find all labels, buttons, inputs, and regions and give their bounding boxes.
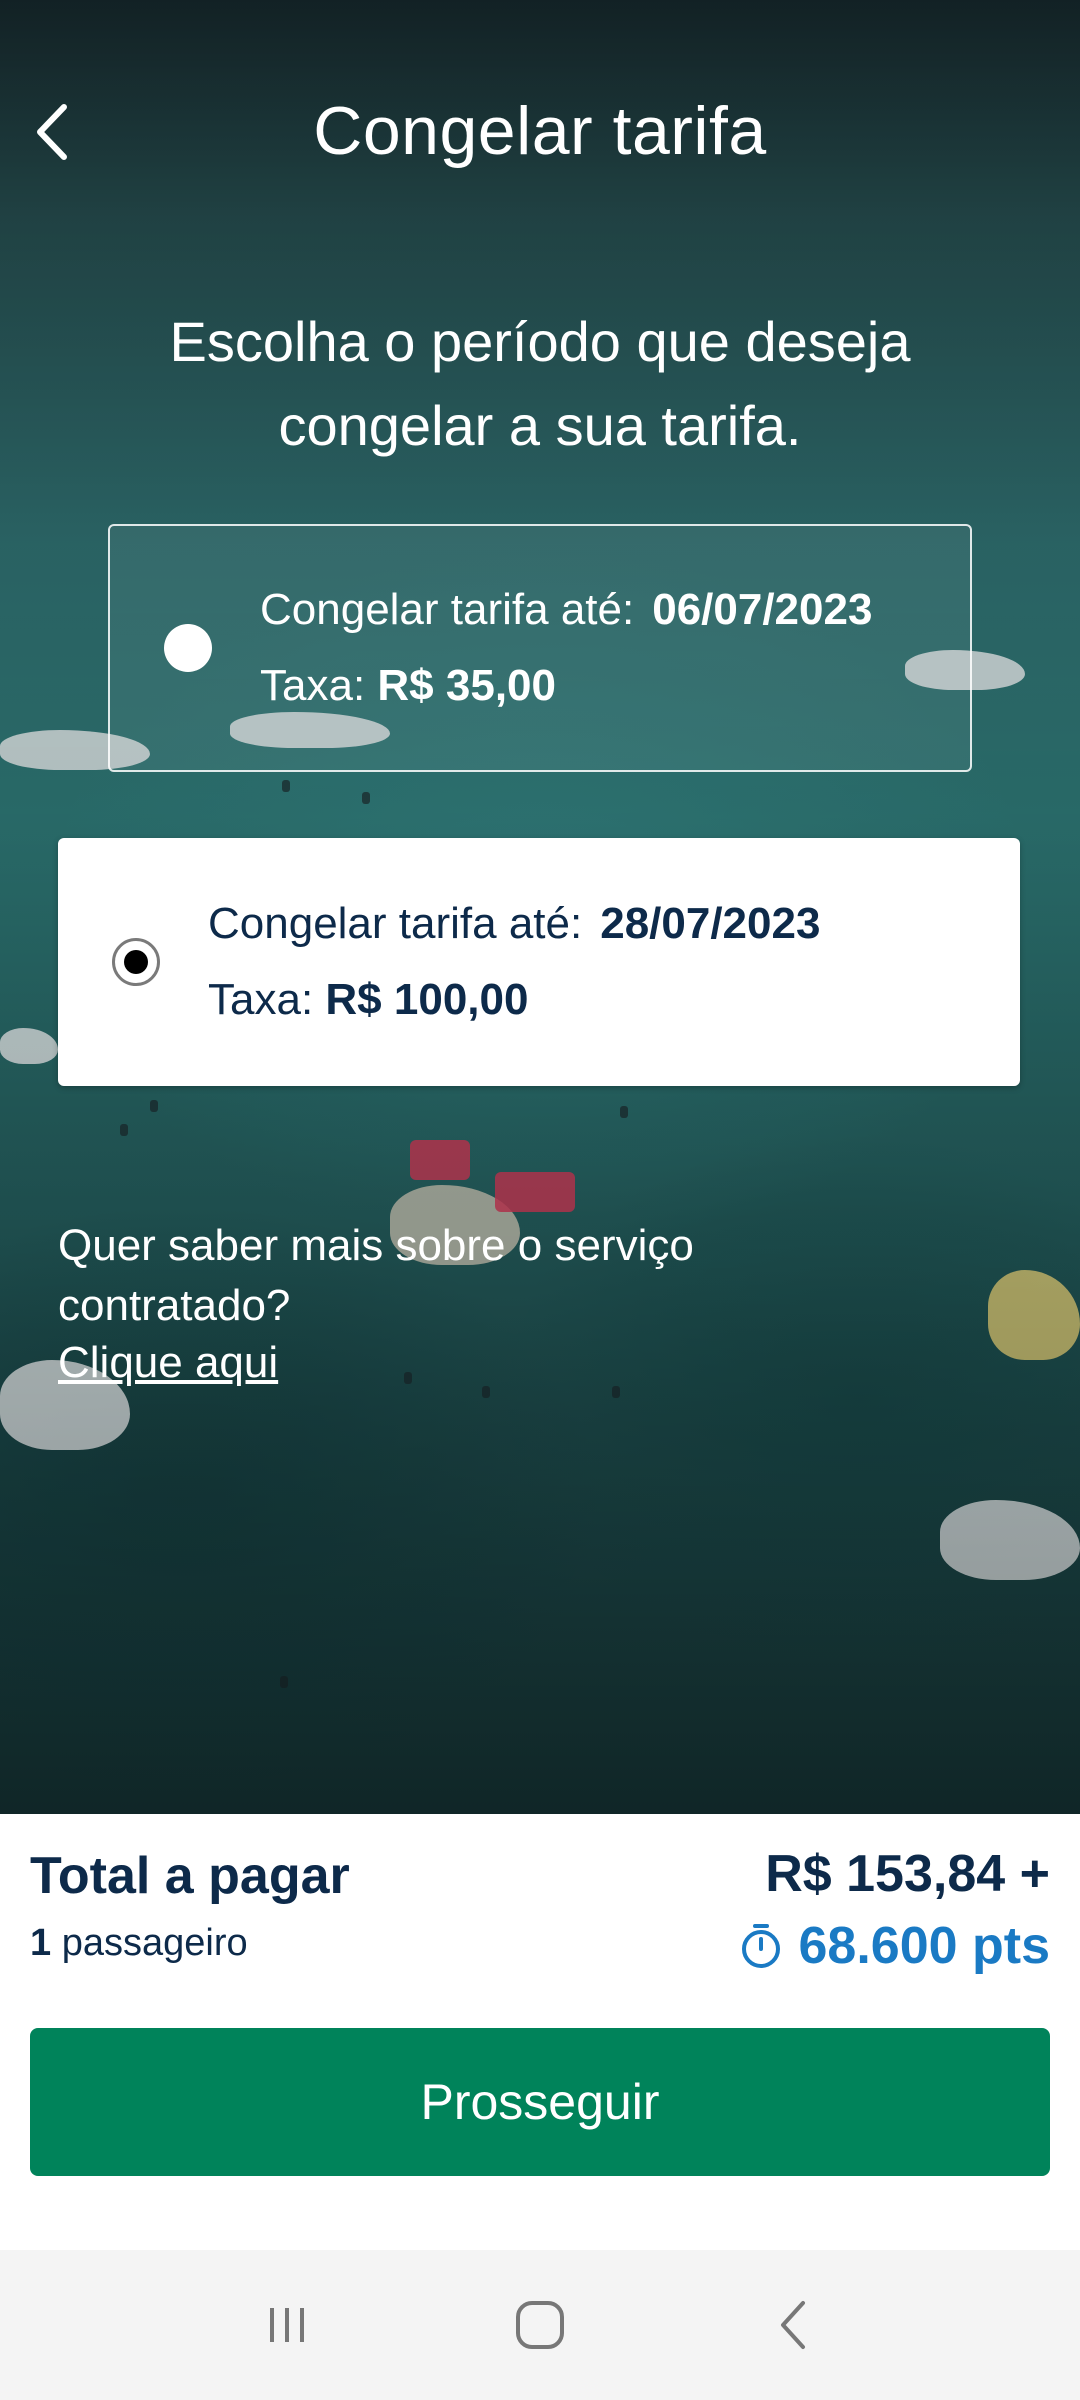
radio-button-unselected[interactable]: [164, 624, 212, 672]
option-date-label: Congelar tarifa até:: [260, 585, 635, 634]
option-details: Congelar tarifa até: 06/07/2023 Taxa: R$ …: [260, 585, 872, 711]
recent-apps-icon: [269, 2308, 304, 2342]
passenger-count: 1 passageiro: [30, 1922, 248, 1965]
option-fee-line: Taxa: R$ 35,00: [260, 661, 872, 711]
radio-button-selected[interactable]: [112, 938, 160, 986]
total-points: 68.600 pts: [737, 1916, 1051, 1976]
home-button[interactable]: [500, 2285, 580, 2365]
option-fee-line: Taxa: R$ 100,00: [208, 975, 820, 1025]
system-back-button[interactable]: [753, 2285, 833, 2365]
option-details: Congelar tarifa até: 28/07/2023 Taxa: R$ …: [208, 899, 820, 1025]
option-date-value: 28/07/2023: [600, 899, 821, 948]
passenger-label: passageiro: [61, 1922, 248, 1964]
passenger-number: 1: [30, 1922, 52, 1964]
instructions-line-2: congelar a sua tarifa.: [278, 394, 802, 457]
freeze-option-2[interactable]: Congelar tarifa até: 28/07/2023 Taxa: R$ …: [58, 838, 1020, 1086]
back-icon: [781, 2301, 806, 2349]
points-value: 68.600 pts: [798, 1917, 1051, 1975]
option-date-line: Congelar tarifa até: 06/07/2023: [260, 585, 872, 635]
option-fee-label: Taxa:: [260, 661, 366, 710]
total-price: R$ 153,84 +: [765, 1845, 1050, 1903]
option-date-label: Congelar tarifa até:: [208, 899, 583, 948]
option-fee-value: R$ 100,00: [325, 975, 529, 1024]
page-title: Congelar tarifa: [313, 93, 767, 169]
timer-icon: [741, 1924, 780, 1968]
freeze-option-1[interactable]: Congelar tarifa até: 06/07/2023 Taxa: R$ …: [108, 524, 972, 772]
option-date-line: Congelar tarifa até: 28/07/2023: [208, 899, 820, 949]
system-navbar: [0, 2250, 1080, 2400]
continue-button[interactable]: Prosseguir: [30, 2028, 1050, 2176]
option-date-value: 06/07/2023: [652, 585, 873, 634]
payment-summary: Total a pagar 1 passageiro R$ 153,84 + 6…: [0, 1814, 1080, 2250]
option-fee-value: R$ 35,00: [377, 661, 556, 710]
option-fee-label: Taxa:: [208, 975, 314, 1024]
instructions-line-1: Escolha o período que deseja: [169, 310, 911, 373]
total-label: Total a pagar: [30, 1847, 350, 1905]
recent-apps-button[interactable]: [247, 2285, 327, 2365]
instructions-text: Escolha o período que deseja congelar a …: [90, 300, 990, 468]
home-icon: [515, 2301, 564, 2349]
learn-more-link[interactable]: Clique aqui: [58, 1338, 278, 1388]
service-info-text: Quer saber mais sobre o serviço contrata…: [58, 1221, 694, 1330]
